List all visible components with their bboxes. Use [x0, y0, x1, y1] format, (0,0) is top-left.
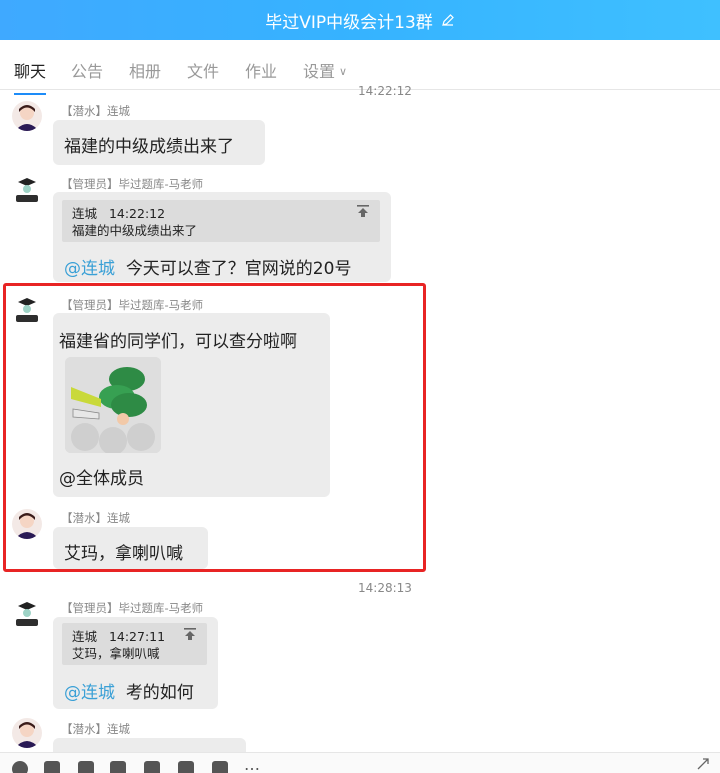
- tab-bar: 聊天 公告 相册 文件 作业 设置 ∨: [0, 40, 720, 95]
- avatar-icon[interactable]: [12, 101, 42, 131]
- chevron-down-icon: ∨: [339, 65, 348, 78]
- sender-name: 【潜水】连城: [61, 722, 130, 736]
- tab-homework[interactable]: 作业: [245, 58, 277, 82]
- expand-icon[interactable]: [696, 757, 710, 771]
- edit-icon[interactable]: [441, 13, 455, 27]
- gif-icon[interactable]: [44, 761, 60, 773]
- highlight-box: [3, 283, 426, 572]
- message-body: 考的如何: [125, 683, 194, 703]
- quote-time: 14:22:12: [108, 206, 166, 221]
- timestamp: 14:28:13: [358, 581, 412, 595]
- quote-text: 艾玛，拿喇叭喊: [72, 646, 160, 661]
- mention-link[interactable]: @连城: [64, 683, 115, 703]
- tab-album[interactable]: 相册: [129, 58, 161, 82]
- tab-files[interactable]: 文件: [187, 58, 219, 82]
- folder-icon[interactable]: [110, 761, 126, 773]
- emoji-icon[interactable]: [12, 761, 28, 773]
- sender-name: 【管理员】毕过题库-马老师: [61, 601, 204, 615]
- quote-author: 连城: [72, 629, 98, 644]
- message-bubble[interactable]: 连城 14:22:12 福建的中级成绩出来了 @连城 今天可以查了？官网说的20…: [53, 192, 391, 282]
- more-icon[interactable]: …: [244, 757, 266, 773]
- tab-announcement[interactable]: 公告: [71, 58, 103, 82]
- timestamp: 14:22:12: [358, 84, 412, 98]
- input-toolbar: …: [0, 752, 720, 773]
- quoted-message[interactable]: 连城 14:22:12 福建的中级成绩出来了: [62, 200, 380, 242]
- message-text: @连城 今天可以查了？官网说的20号: [64, 254, 351, 279]
- quote-author: 连城: [72, 206, 98, 221]
- group-title: 毕过VIP中级会计13群: [265, 12, 433, 33]
- quote-time: 14:27:11: [108, 629, 166, 644]
- jump-to-top-icon[interactable]: [356, 204, 370, 218]
- message-bubble[interactable]: 连城 14:27:11 艾玛，拿喇叭喊 @连城 考的如何: [53, 617, 218, 709]
- image-icon[interactable]: [178, 761, 194, 773]
- message-bubble[interactable]: 福建的中级成绩出来了: [53, 120, 265, 165]
- logo-avatar[interactable]: [12, 174, 42, 204]
- scissors-icon[interactable]: [78, 761, 94, 773]
- window-title-bar: 毕过VIP中级会计13群: [0, 0, 720, 40]
- jump-to-top-icon[interactable]: [183, 627, 197, 641]
- logo-avatar[interactable]: [12, 598, 42, 628]
- screenshot-icon[interactable]: [144, 761, 160, 773]
- tab-chat[interactable]: 聊天: [14, 58, 47, 95]
- sender-name: 【潜水】连城: [61, 104, 130, 118]
- avatar-icon[interactable]: [12, 718, 42, 748]
- tab-settings-label: 设置: [303, 62, 336, 81]
- voice-icon[interactable]: [212, 761, 228, 773]
- message-text: 福建的中级成绩出来了: [64, 137, 234, 157]
- message-text: @连城 考的如何: [64, 678, 194, 703]
- mention-link[interactable]: @连城: [64, 259, 115, 279]
- tab-settings[interactable]: 设置 ∨: [303, 58, 347, 82]
- message-body: 今天可以查了？官网说的20号: [125, 259, 352, 279]
- quote-text: 福建的中级成绩出来了: [72, 223, 198, 238]
- quoted-message[interactable]: 连城 14:27:11 艾玛，拿喇叭喊: [62, 623, 207, 665]
- sender-name: 【管理员】毕过题库-马老师: [61, 177, 204, 191]
